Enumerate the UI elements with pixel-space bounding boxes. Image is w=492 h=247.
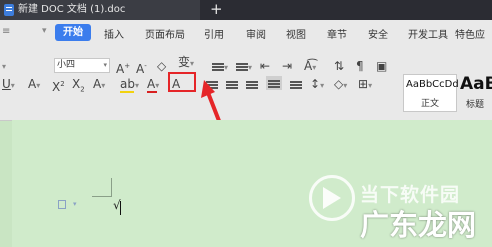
style-normal-name: 正文 [420,99,439,109]
justify-icon[interactable] [266,76,282,90]
tab-section[interactable]: 章节 [327,26,347,41]
bullet-list-icon[interactable]: ▾ [212,59,228,75]
shrink-font-icon[interactable]: A- [136,59,147,76]
align-right-icon[interactable] [246,77,258,91]
tab-home[interactable]: 开始 [55,24,91,41]
page-margin-mark-vertical [111,178,112,196]
chevron-down-icon: ▾ [103,61,107,69]
tab-page-layout[interactable]: 页面布局 [145,26,185,41]
style-heading-name: 标题 [465,100,484,110]
tab-view[interactable]: 视图 [286,26,306,41]
document-icon [4,4,14,16]
underline-icon[interactable]: U▾ [2,77,15,93]
title-bar: 新建 DOC 文档 (1).doc + [0,0,492,20]
clear-format-icon[interactable]: ◇ [157,59,166,73]
paragraph-layout-icon[interactable] [58,200,66,209]
sort-icon[interactable]: ⇅ [334,59,344,73]
paragraph-dropdown-icon[interactable]: ▾ [73,200,77,208]
tab-review[interactable]: 审阅 [246,26,266,41]
numbered-list-icon[interactable]: ▾ [236,59,252,75]
style-heading[interactable]: AaB 标题 [458,74,492,112]
font-name-dropdown-icon[interactable]: ▾ [2,60,6,74]
new-tab-button[interactable]: + [210,0,223,18]
style-normal-sample: AaBbCcDd [406,79,459,90]
page-margin-mark-horizontal [92,196,112,197]
tab-special[interactable]: 特色应 [455,26,485,41]
style-normal[interactable]: AaBbCcDd 正文 [403,74,459,112]
font-size-select[interactable]: 小四 ▾ [54,58,110,73]
document-tab[interactable]: 新建 DOC 文档 (1).doc [0,0,200,20]
font-size-value: 小四 [57,60,76,70]
menu-more-icon[interactable]: ≡ [2,26,10,37]
watermark-line2: 广东龙网 [360,208,477,242]
tab-security[interactable]: 安全 [368,26,388,41]
watermark-logo-icon [309,175,355,221]
subscript-icon[interactable]: X2 [72,77,85,96]
ribbon: ≡ 开始 ▾ 插入 页面布局 引用 审阅 视图 章节 安全 开发工具 特色应 ▾… [0,20,492,121]
text-effect-icon[interactable]: A▾ [93,77,105,93]
style-heading-sample: AaB [460,74,492,94]
show-marks-icon[interactable]: ¶ [356,59,364,73]
character-shading-icon[interactable]: A [172,77,180,91]
borders-icon[interactable]: ⊞▾ [358,77,372,93]
line-spacing-icon[interactable]: ↕▾ [310,77,324,93]
tab-developer[interactable]: 开发工具 [408,26,448,41]
tab-insert[interactable]: 插入 [104,26,124,41]
text-convert-button[interactable]: 变▾ [178,55,194,71]
increase-indent-icon[interactable]: ⇥ [282,59,292,73]
text-convert-label: 变 [178,55,191,69]
ribbon-tabs: ≡ 开始 ▾ 插入 页面布局 引用 审阅 视图 章节 安全 开发工具 特色应 [0,20,492,46]
tab-references[interactable]: 引用 [204,26,224,41]
font-color-outline-icon[interactable]: A▾ [28,77,40,93]
grow-font-icon[interactable]: A+ [116,59,130,76]
text-caret [120,201,121,215]
superscript-icon[interactable]: X2 [52,77,65,94]
text-box-icon[interactable]: ▣ [376,59,387,73]
chinese-layout-icon[interactable]: A͡▾ [304,59,316,75]
decrease-indent-icon[interactable]: ⇤ [260,59,270,73]
highlight-color-swatch [120,91,134,93]
font-color-swatch [147,91,157,93]
shading-icon[interactable]: ◇▾ [334,77,347,93]
distributed-align-icon[interactable] [290,77,302,91]
tab-dropdown-icon[interactable]: ▾ [42,26,47,36]
document-tab-title: 新建 DOC 文档 (1).doc [18,4,126,15]
